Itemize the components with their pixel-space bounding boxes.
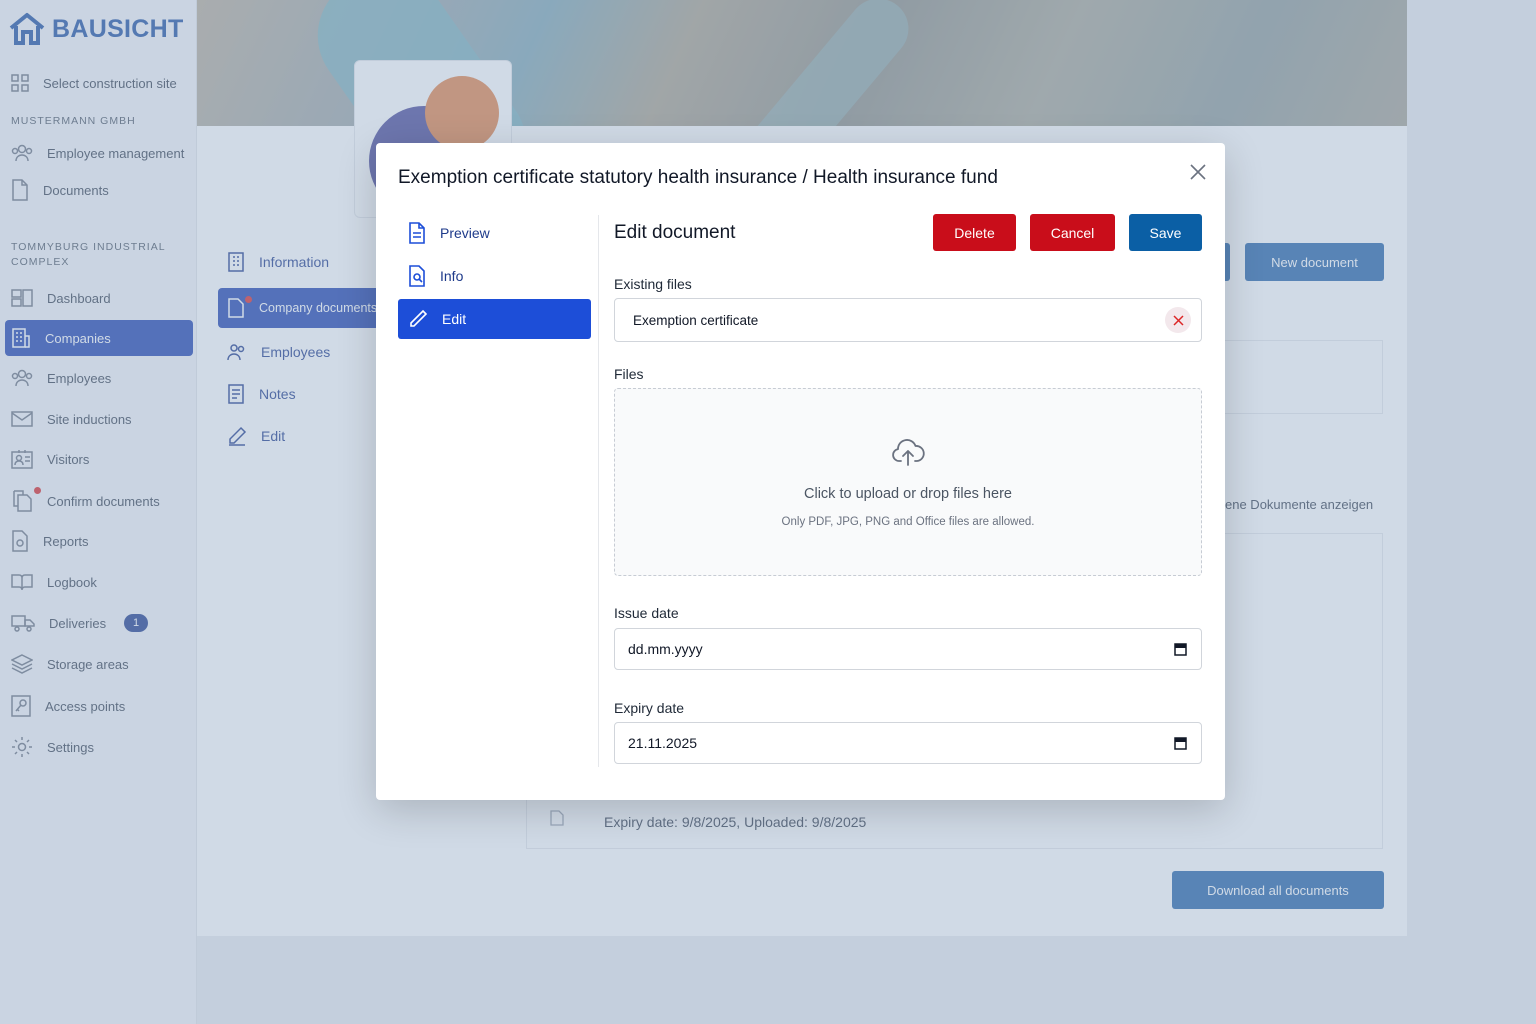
modal-divider xyxy=(598,215,599,767)
modal-tab-preview[interactable]: Preview xyxy=(398,213,591,253)
calendar-icon[interactable] xyxy=(1174,736,1187,750)
existing-files-label: Existing files xyxy=(614,276,692,292)
modal-tab-label: Info xyxy=(440,268,464,284)
upload-instruction: Click to upload or drop files here xyxy=(804,486,1012,502)
files-label: Files xyxy=(614,366,644,382)
calendar-icon[interactable] xyxy=(1174,642,1187,656)
upload-allowed-types: Only PDF, JPG, PNG and Office files are … xyxy=(781,516,1035,528)
modal-tab-label: Preview xyxy=(440,225,490,241)
expiry-date-input[interactable]: 21.11.2025 xyxy=(614,722,1202,764)
expiry-date-value: 21.11.2025 xyxy=(628,735,698,751)
issue-date-value: dd.mm.yyyy xyxy=(628,641,703,657)
cancel-button[interactable]: Cancel xyxy=(1030,214,1115,251)
file-dropzone[interactable]: Click to upload or drop files here Only … xyxy=(614,388,1202,576)
cloud-upload-icon xyxy=(892,439,925,466)
edit-document-modal: Exemption certificate statutory health i… xyxy=(376,143,1225,800)
pencil-icon xyxy=(410,309,428,327)
edit-document-title: Edit document xyxy=(614,222,736,243)
modal-title: Exemption certificate statutory health i… xyxy=(398,167,998,188)
existing-file-item: Exemption certificate xyxy=(614,298,1202,342)
expiry-date-label: Expiry date xyxy=(614,700,685,716)
document-search-icon xyxy=(409,265,425,287)
modal-tab-label: Edit xyxy=(442,311,467,327)
issue-date-label: Issue date xyxy=(614,605,679,621)
issue-date-input[interactable]: dd.mm.yyyy xyxy=(614,628,1202,670)
close-icon[interactable] xyxy=(1188,162,1208,182)
save-button[interactable]: Save xyxy=(1129,214,1202,251)
modal-tab-edit[interactable]: Edit xyxy=(398,299,591,339)
remove-file-button[interactable] xyxy=(1165,307,1191,333)
modal-tab-info[interactable]: Info xyxy=(398,256,591,296)
document-icon xyxy=(409,222,425,244)
delete-button[interactable]: Delete xyxy=(933,214,1016,251)
existing-file-name: Exemption certificate xyxy=(633,312,759,328)
close-icon xyxy=(1172,314,1184,326)
